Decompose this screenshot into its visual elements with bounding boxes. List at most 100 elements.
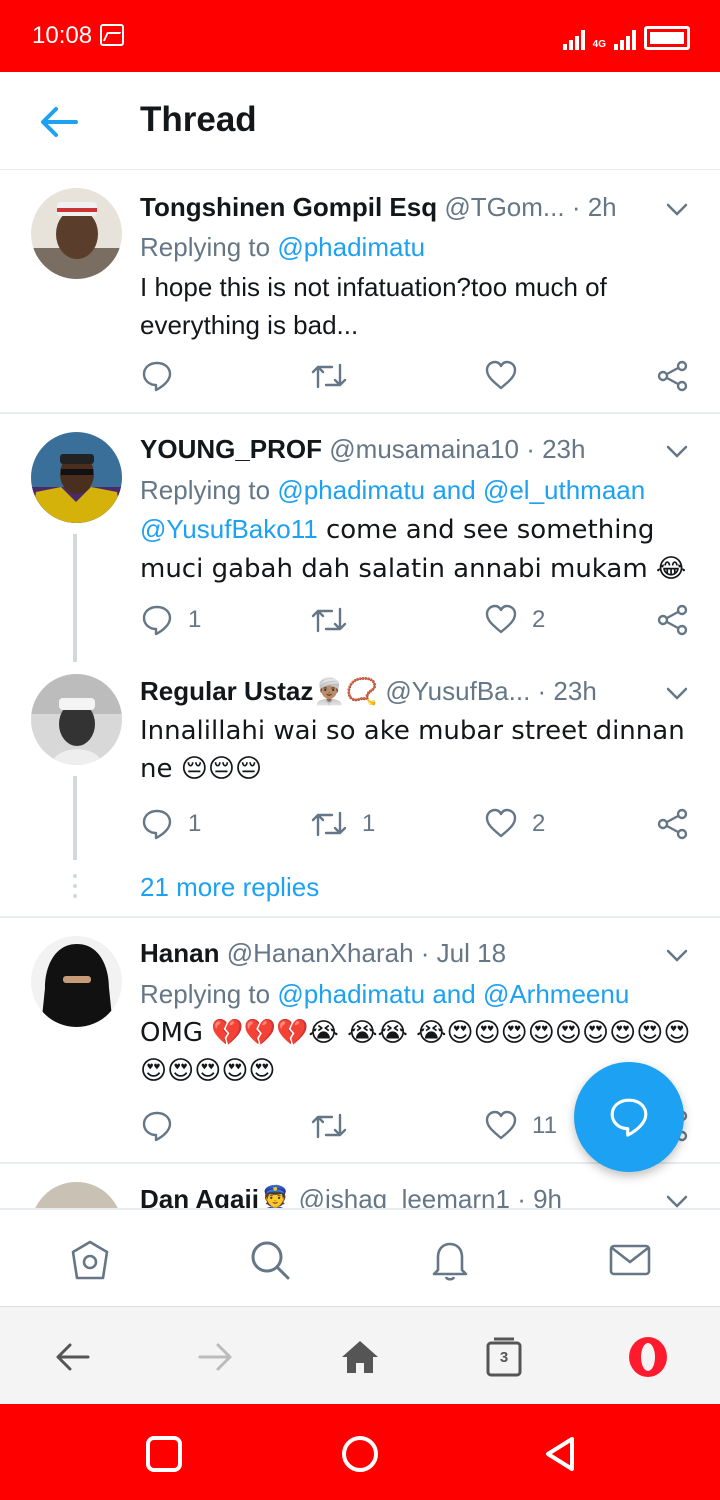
chevron-down-icon[interactable] [664, 196, 690, 222]
tweet[interactable]: Tongshinen Gompil Esq @TGom... · 2h Repl… [0, 170, 720, 412]
chevron-down-icon[interactable] [664, 1188, 690, 1208]
chevron-down-icon[interactable] [664, 680, 690, 706]
arrow-left-icon [41, 107, 78, 137]
avatar[interactable] [31, 432, 122, 523]
replying-to-label: Replying to [140, 979, 278, 1009]
heart-icon [485, 808, 517, 838]
author-name[interactable]: YOUNG_PROF [140, 434, 322, 464]
reply-button[interactable] [140, 356, 188, 396]
tweet[interactable]: Regular Ustaz👳🏽‍♂️📿 @YusufBa... · 23h In… [0, 668, 720, 914]
status-bar: 10:08 4G [0, 0, 720, 72]
avatar[interactable] [31, 1182, 122, 1208]
search-icon[interactable] [248, 1238, 292, 1282]
reply-mention-link[interactable]: @phadimatu and @Arhmeenu [277, 979, 629, 1009]
home-circle-icon[interactable] [340, 1434, 380, 1474]
author-name-emoji: 👳🏽‍♂️📿 [313, 677, 379, 707]
reply-button[interactable]: 1 [140, 600, 201, 640]
mail-icon[interactable] [608, 1238, 652, 1282]
avatar[interactable] [31, 188, 122, 279]
author-name[interactable]: Tongshinen Gompil Esq [140, 192, 437, 222]
share-icon [657, 808, 688, 840]
like-button[interactable]: 2 [484, 804, 545, 844]
browser-home-icon[interactable] [338, 1335, 382, 1379]
tweet-time: · Jul 18 [420, 938, 507, 968]
status-indicators: 4G [562, 24, 690, 50]
tweet-actions: 1 1 2 [140, 804, 700, 844]
compose-reply-button[interactable] [574, 1062, 684, 1172]
tweet-header: Dan Agaji👮 @ishaq_leemarn1 · 9h [140, 1184, 562, 1208]
avatar[interactable] [31, 674, 122, 765]
retweet-icon [311, 607, 347, 633]
chevron-down-icon[interactable] [664, 942, 690, 968]
replying-to: Replying to @phadimatu [140, 232, 425, 263]
share-button[interactable] [656, 600, 690, 640]
author-handle[interactable]: @musamaina10 [329, 434, 519, 464]
home-icon[interactable] [68, 1238, 112, 1282]
reply-mention-link[interactable]: @phadimatu and @el_uthmaan [277, 475, 645, 505]
like-count: 2 [532, 606, 546, 633]
browser-toolbar: 3 [0, 1306, 720, 1404]
replying-to-label: Replying to [140, 232, 278, 262]
mention-link[interactable]: @YusufBako11 [140, 514, 318, 544]
heart-icon [485, 604, 517, 634]
thread-dots [73, 874, 77, 904]
replying-to: Replying to @phadimatu and @Arhmeenu [140, 979, 629, 1010]
bottom-tab-bar [0, 1208, 720, 1306]
author-name[interactable]: Dan Agaji [140, 1184, 259, 1208]
more-replies-link[interactable]: 21 more replies [140, 872, 319, 903]
tweet-header: Regular Ustaz👳🏽‍♂️📿 @YusufBa... · 23h [140, 676, 597, 707]
reply-button[interactable]: 1 [140, 804, 201, 844]
retweet-count: 1 [362, 810, 376, 837]
share-button[interactable] [656, 356, 690, 396]
share-button[interactable] [656, 804, 690, 844]
reply-mention-link[interactable]: @phadimatu [277, 232, 425, 262]
tweet-header: YOUNG_PROF @musamaina10 · 23h [140, 434, 585, 465]
back-button[interactable] [36, 102, 80, 142]
retweet-button[interactable] [310, 600, 362, 640]
retweet-button[interactable] [310, 356, 362, 396]
retweet-icon [311, 1113, 347, 1139]
thread-feed[interactable]: Tongshinen Gompil Esq @TGom... · 2h Repl… [0, 170, 720, 1208]
author-name[interactable]: Regular Ustaz [140, 676, 313, 706]
tab-count: 3 [499, 1349, 509, 1366]
author-handle[interactable]: @YusufBa... [385, 676, 530, 706]
tweet-actions [140, 356, 700, 396]
like-button[interactable] [484, 356, 532, 396]
recents-icon[interactable] [144, 1434, 184, 1474]
browser-forward-icon[interactable] [194, 1335, 238, 1379]
battery-icon [644, 26, 690, 50]
browser-back-icon[interactable] [50, 1335, 94, 1379]
retweet-button[interactable]: 1 [310, 804, 375, 844]
retweet-icon [311, 363, 347, 389]
like-count: 11 [532, 1112, 557, 1139]
chevron-down-icon[interactable] [664, 438, 690, 464]
like-count: 2 [532, 810, 546, 837]
author-handle[interactable]: @ishaq_leemarn1 [299, 1184, 510, 1208]
back-triangle-icon[interactable] [540, 1434, 580, 1474]
tabs-button[interactable]: 3 [482, 1335, 526, 1379]
reply-icon [142, 361, 172, 392]
tweet-text: @YusufBako11 come and see something muci… [140, 510, 700, 588]
heart-icon [485, 360, 517, 390]
tweet-header: Hanan @HananXharah · Jul 18 [140, 938, 506, 969]
author-name[interactable]: Hanan [140, 938, 219, 968]
like-button[interactable]: 11 [484, 1106, 557, 1146]
tweet[interactable]: YOUNG_PROF @musamaina10 · 23h Replying t… [0, 414, 720, 668]
tweet-text: I hope this is not infatuation?too much … [140, 272, 607, 340]
like-button[interactable]: 2 [484, 600, 545, 640]
avatar[interactable] [31, 936, 122, 1027]
author-name-emoji: 👮 [258, 1185, 292, 1208]
tweet[interactable]: Dan Agaji👮 @ishaq_leemarn1 · 9h [0, 1164, 720, 1208]
page-title: Thread [140, 100, 257, 139]
system-nav-bar [0, 1404, 720, 1500]
bell-icon[interactable] [428, 1238, 472, 1282]
retweet-button[interactable] [310, 1106, 362, 1146]
reply-icon [142, 1111, 172, 1142]
opera-menu-icon[interactable] [626, 1335, 670, 1379]
replying-to: Replying to @phadimatu and @el_uthmaan [140, 475, 645, 506]
author-handle[interactable]: @TGom... [444, 192, 564, 222]
author-handle[interactable]: @HananXharah [227, 938, 414, 968]
status-time: 10:08 [32, 22, 93, 49]
thread-connector [73, 776, 77, 860]
reply-button[interactable] [140, 1106, 188, 1146]
